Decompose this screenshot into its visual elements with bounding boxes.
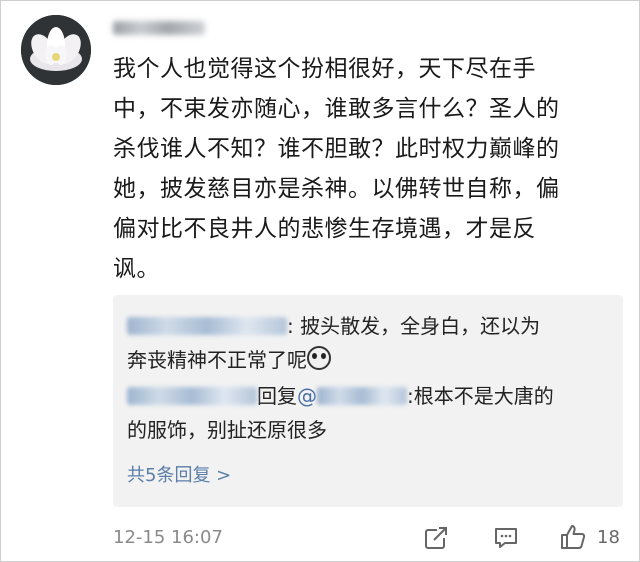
shocked-face-emoji-icon <box>307 346 331 370</box>
comment-author-name[interactable]: ████████ <box>113 19 205 37</box>
view-more-replies-link[interactable]: 共5条回复 > <box>127 461 231 487</box>
thumbs-up-icon[interactable] <box>559 523 587 551</box>
lotus-avatar-image <box>21 15 91 85</box>
masked-username: ████████ <box>113 21 205 35</box>
comment-timestamp: 12-15 16:07 <box>113 527 223 548</box>
comment-line: 偏对比不良井人的悲惨生存境遇，才是反 <box>113 216 536 242</box>
comment-footer: 12-15 16:07 18 <box>113 525 623 553</box>
like-count: 18 <box>597 527 620 548</box>
comment-line: 她，披发慈目亦是杀神。以佛转世自称，偏 <box>113 176 560 202</box>
reply-text: : 披头散发，全身白，还以为 <box>287 314 541 338</box>
reply-item[interactable]: 回复@ :根本不是大唐的 的服饰，别扯还原很多 <box>127 379 617 447</box>
masked-mention-name[interactable] <box>317 387 407 405</box>
comment-line: 中，不束发亦随心，谁敢多言什么？圣人的 <box>113 96 560 122</box>
comment-body: 我个人也觉得这个扮相很好，天下尽在手 中，不束发亦随心，谁敢多言什么？圣人的 杀… <box>113 49 623 289</box>
user-avatar[interactable] <box>21 15 91 85</box>
masked-reply-author[interactable] <box>127 387 257 405</box>
comment-icon[interactable] <box>493 525 519 551</box>
mention-at[interactable]: @ <box>297 384 317 408</box>
comment-line: 讽。 <box>113 256 160 282</box>
share-icon[interactable] <box>423 525 449 551</box>
masked-reply-author[interactable] <box>127 317 287 335</box>
replies-panel: : 披头散发，全身白，还以为 奔丧精神不正常了呢 回复@ :根本不是大唐的 的服饰… <box>113 295 623 507</box>
reply-item[interactable]: : 披头散发，全身白，还以为 奔丧精神不正常了呢 <box>127 309 617 377</box>
comment-line: 杀伐谁人不知？谁不胆敢？此时权力巅峰的 <box>113 136 560 162</box>
comment-line: 我个人也觉得这个扮相很好，天下尽在手 <box>113 56 536 82</box>
reply-text: :根本不是大唐的 <box>407 384 554 408</box>
reply-word: 回复 <box>257 384 297 408</box>
reply-text: 的服饰，别扯还原很多 <box>127 418 327 442</box>
comment-card: ████████ 我个人也觉得这个扮相很好，天下尽在手 中，不束发亦随心，谁敢多… <box>0 0 640 562</box>
reply-text: 奔丧精神不正常了呢 <box>127 348 307 372</box>
